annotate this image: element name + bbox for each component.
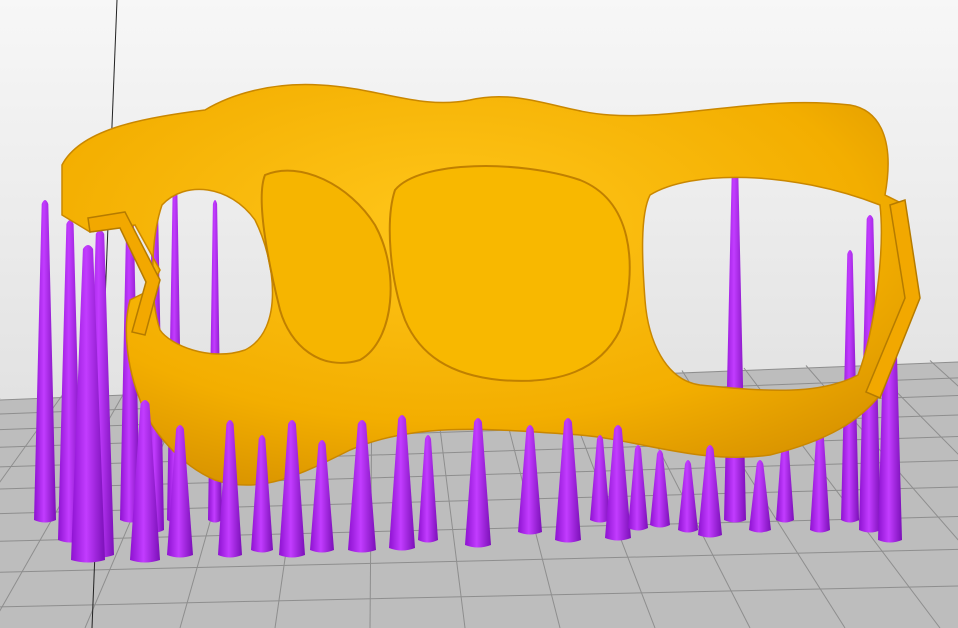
scene-canvas[interactable] <box>0 0 958 628</box>
right-cheek <box>388 165 631 382</box>
3d-viewport[interactable] <box>0 0 958 628</box>
